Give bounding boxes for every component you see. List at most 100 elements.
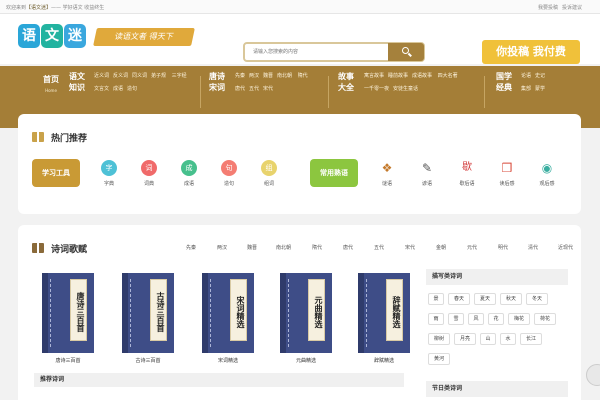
book-cover-title: 辞赋精选 [386,279,403,341]
nav-link[interactable]: 寓言故事 [364,70,384,83]
site-name[interactable]: 【语文迷】 [26,5,51,11]
tool-reading-notes[interactable]: ❒ 读后感 [494,160,520,187]
tool-riddle[interactable]: ❖ 谜语 [374,160,400,187]
tab-dynasty[interactable]: 宋代 [405,244,415,251]
common-phrases-button[interactable]: 常用熟语 [310,159,358,187]
complaint-link[interactable]: 投诉建议 [562,5,582,11]
nav-link[interactable]: 一千零一夜 [364,83,389,96]
keyword-tag[interactable]: 黄河 [428,353,450,365]
book-song-ci[interactable]: 宋词精选 宋词精选 [202,273,254,365]
search-box [243,42,425,62]
nav-link[interactable]: 造句 [127,83,137,96]
tab-dynasty[interactable]: 隋代 [312,244,322,251]
search-button[interactable] [388,43,424,61]
nav-home[interactable]: 首页 Home [40,74,62,96]
book-yuan-qu[interactable]: 元曲精选 元曲精选 [280,273,332,365]
book-tang-poems[interactable]: 唐诗三百首 唐诗三百首 [42,273,94,365]
tool-dictionary[interactable]: 字 字典 [96,160,122,187]
tool-label: 谚语 [421,181,432,187]
festival-poems-box: 节日类诗词 [426,381,568,397]
tool-sentence[interactable]: 句 造句 [216,160,242,187]
nav-link[interactable]: 集部 [521,83,531,96]
tool-viewing-notes[interactable]: ◉ 观后感 [534,160,560,187]
nav-link[interactable]: 论语 [521,70,531,83]
nav-link[interactable]: 弟子规 [151,70,166,83]
nav-group-stories[interactable]: 故事大全 [336,71,356,93]
tab-dynasty[interactable]: 两汉 [217,244,227,251]
nav-link[interactable]: 三字经 [172,70,187,83]
nav-link[interactable]: 成语 [113,83,123,96]
nav-link[interactable]: 成语故事 [412,70,432,83]
keyword-tag[interactable]: 长江 [520,333,542,345]
nav-link[interactable]: 同义词 [132,70,147,83]
keyword-tag[interactable]: 雨 [428,313,444,325]
nav-link[interactable]: 唐代 [235,83,245,96]
poetry-title: 诗词歌赋 [51,245,88,255]
study-tools-button[interactable]: 学习工具 [32,159,80,187]
tool-label: 谜语 [381,181,392,187]
keyword-tag[interactable]: 荷花 [534,313,556,325]
nav-link[interactable]: 四大名著 [438,70,458,83]
book-cover: 元曲精选 [280,273,332,353]
compose-words-icon: 组 [261,160,277,176]
keyword-tag[interactable]: 风 [468,313,484,325]
keyword-tag[interactable]: 冬天 [526,293,548,305]
tool-proverb[interactable]: ✎ 谚语 [414,160,440,187]
search-input[interactable] [247,45,391,59]
nav-link[interactable]: 反义词 [113,70,128,83]
tab-dynasty[interactable]: 先秦 [186,244,196,251]
keyword-tag[interactable]: 柳树 [428,333,450,345]
keyword-tag[interactable]: 月亮 [454,333,476,345]
tab-dynasty[interactable]: 唐代 [343,244,353,251]
book-cover-title: 唐诗三百首 [70,279,87,341]
tool-compose-words[interactable]: 组 组词 [256,160,282,187]
nav-link[interactable]: 两汉 [249,70,259,83]
tool-idiom[interactable]: 成 成语 [176,160,202,187]
keyword-tag[interactable]: 花 [488,313,504,325]
book-ancient-poems[interactable]: 古诗三百首 古诗三百首 [122,273,174,365]
nav-items-classics: 论语 史记 集部 蒙学 [521,70,561,96]
book-icon [32,243,44,253]
nav-group-chinese[interactable]: 语文知识 [67,71,87,93]
nav-group-poetry[interactable]: 唐诗宋词 [207,71,227,93]
keyword-tag[interactable]: 夏天 [474,293,496,305]
nav-link[interactable]: 近义词 [94,70,109,83]
nav-link[interactable]: 睡前故事 [388,70,408,83]
hot-recommend-title: 热门推荐 [51,134,88,144]
nav-link[interactable]: 蒙学 [535,83,545,96]
tab-dynasty[interactable]: 南北朝 [276,244,291,251]
nav-link[interactable]: 南北朝 [277,70,292,83]
keyword-tag[interactable]: 水 [500,333,516,345]
site-logo[interactable]: 语 文 迷 [18,24,86,54]
nav-group-classics[interactable]: 国学经典 [494,71,514,93]
keyword-tag[interactable]: 山 [480,333,496,345]
nav-link[interactable]: 五代 [249,83,259,96]
contribute-banner[interactable]: 你投稿 我付费 [482,40,580,64]
tab-dynasty[interactable]: 金朝 [436,244,446,251]
nav-home-label: 首页 [43,75,59,84]
tab-dynasty[interactable]: 清代 [528,244,538,251]
keyword-tag[interactable]: 梅花 [508,313,530,325]
keyword-tag[interactable]: 景 [428,293,444,305]
tab-dynasty[interactable]: 明代 [498,244,508,251]
tool-xiehouyu[interactable]: 歇 歇后语 [454,160,480,187]
tool-label: 成语 [183,181,194,187]
keyword-tag[interactable]: 雪 [448,313,464,325]
nav-link[interactable]: 隋代 [298,70,308,83]
tool-word-dictionary[interactable]: 词 词典 [136,160,162,187]
tab-dynasty[interactable]: 五代 [374,244,384,251]
contribute-link[interactable]: 我要投稿 [538,5,558,11]
keyword-tag[interactable]: 春天 [448,293,470,305]
nav-link[interactable]: 文言文 [94,83,109,96]
tab-dynasty[interactable]: 魏晋 [247,244,257,251]
nav-link[interactable]: 安徒生童话 [393,83,418,96]
nav-link[interactable]: 史记 [535,70,545,83]
keyword-tag[interactable]: 秋天 [500,293,522,305]
floating-helper-icon[interactable] [586,364,600,386]
tab-dynasty[interactable]: 近现代 [558,244,573,251]
nav-link[interactable]: 魏晋 [263,70,273,83]
nav-link[interactable]: 先秦 [235,70,245,83]
tab-dynasty[interactable]: 元代 [467,244,477,251]
nav-link[interactable]: 宋代 [263,83,273,96]
book-ci-fu[interactable]: 辞赋精选 辞赋精选 [358,273,410,365]
